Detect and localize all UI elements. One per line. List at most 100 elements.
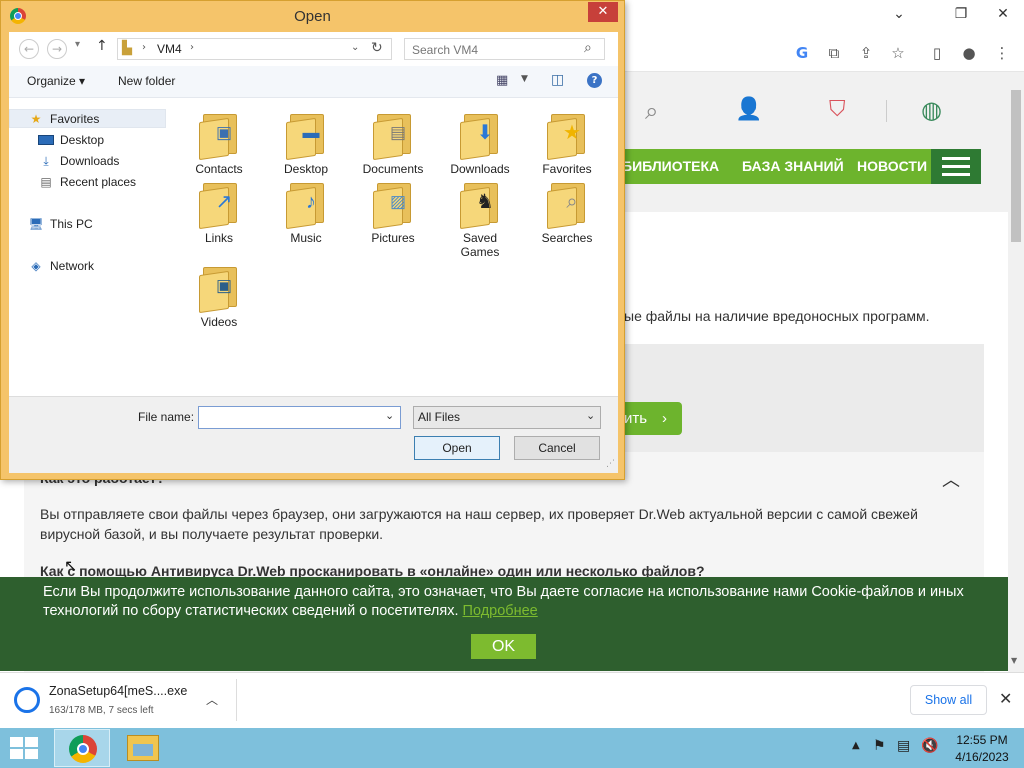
dialog-close-button[interactable]: ✕	[588, 2, 618, 22]
user-icon[interactable]: 👤	[735, 97, 762, 122]
cancel-button[interactable]: Cancel	[514, 436, 600, 460]
tree-item-desktop[interactable]: Desktop	[9, 131, 169, 150]
tree-item-favorites[interactable]: ★ Favorites	[9, 109, 166, 128]
main-nav: БИБЛИОТЕКА БАЗА ЗНАНИЙ НОВОСТИ	[620, 149, 932, 184]
cookie-text-line2: технологий по сбору статистических сведе…	[43, 603, 459, 619]
shelf-divider	[236, 679, 237, 721]
scan-button[interactable]: ить ›	[622, 402, 682, 435]
music-icon: ♪	[306, 191, 316, 213]
folder-label: Desktop	[283, 162, 329, 176]
folder-downloads[interactable]: ⬇ Downloads	[438, 108, 522, 176]
volume-muted-icon[interactable]: 🔇	[921, 738, 938, 754]
menu-kebab-icon[interactable]: ⋮	[991, 42, 1013, 64]
organize-button[interactable]: Organize ▾	[27, 74, 85, 88]
preview-pane-icon[interactable]: ◫	[551, 72, 564, 88]
folder-view: ▣ Contacts ▬ Desktop ▤ Documents ⬇ Downl…	[169, 98, 618, 396]
back-icon[interactable]: ←	[19, 39, 39, 59]
folder-user-icon: ▙	[122, 41, 132, 56]
folder-documents[interactable]: ▤ Documents	[351, 108, 435, 176]
faq-answer-1-line1: Вы отправляете свои файлы через браузер,…	[40, 506, 918, 522]
chevron-right-icon: ›	[662, 410, 667, 427]
help-icon[interactable]: ?	[587, 73, 602, 88]
translate-icon[interactable]: ⧉	[823, 42, 845, 64]
folder-searches[interactable]: ⌕ Searches	[525, 177, 609, 245]
open-file-dialog: Open ✕ ← → ▾ ↑ ▙ › VM4 › ⌄ ↻ Search VM4 …	[0, 0, 625, 480]
chevron-up-icon[interactable]: ︿	[942, 466, 960, 492]
search-box[interactable]: Search VM4 ⌕	[404, 38, 605, 60]
desktop-icon	[38, 135, 54, 145]
folder-links[interactable]: ↗ Links	[177, 177, 261, 245]
chevron-up-icon[interactable]: ︿	[206, 691, 218, 708]
shield-user-icon[interactable]: ⛉	[829, 97, 846, 122]
cookie-more-link[interactable]: Подробнее	[463, 603, 538, 619]
filetype-select[interactable]: All Files ⌄	[413, 406, 601, 429]
folder-contacts[interactable]: ▣ Contacts	[177, 108, 261, 176]
clock-date[interactable]: 4/16/2023	[952, 750, 1012, 764]
nav-library[interactable]: БИБЛИОТЕКА	[622, 149, 719, 184]
close-shelf-icon[interactable]: ✕	[999, 689, 1012, 708]
scroll-down-arrow-icon[interactable]: ▼	[1011, 656, 1017, 665]
path-segment[interactable]: VM4	[157, 42, 182, 56]
bookmark-star-icon[interactable]: ☆	[887, 42, 909, 64]
folder-saved-games[interactable]: ♞ Saved Games	[438, 177, 522, 259]
flag-icon[interactable]: ⚑	[873, 738, 886, 754]
google-icon[interactable]: G	[791, 42, 813, 64]
dialog-footer: File name: ⌄ All Files ⌄ Open Cancel ⋰	[9, 396, 618, 473]
tree-item-recent-places[interactable]: ▤ Recent places	[9, 173, 169, 192]
tree-label: Favorites	[50, 112, 100, 126]
links-icon: ↗	[215, 191, 233, 213]
address-path-bar[interactable]: ▙ › VM4 › ⌄ ↻	[117, 38, 392, 60]
chevron-down-icon[interactable]: ▼	[521, 74, 528, 84]
folder-desktop[interactable]: ▬ Desktop	[264, 108, 348, 176]
file-explorer-icon[interactable]	[127, 735, 159, 761]
recent-dropdown-icon[interactable]: ▾	[75, 39, 80, 50]
chrome-icon	[69, 735, 97, 763]
resize-grip-icon[interactable]: ⋰	[606, 459, 615, 469]
chevron-down-icon[interactable]: ⌄	[351, 42, 359, 53]
folder-pictures[interactable]: ▨ Pictures	[351, 177, 435, 245]
open-button[interactable]: Open	[414, 436, 500, 460]
dialog-navigation: ← → ▾ ↑ ▙ › VM4 › ⌄ ↻ Search VM4 ⌕	[9, 32, 618, 66]
tree-item-network[interactable]: ◈ Network	[9, 257, 169, 276]
nav-news[interactable]: НОВОСТИ	[857, 149, 927, 184]
up-arrow-icon[interactable]: ↑	[96, 38, 108, 54]
upload-panel	[625, 344, 984, 452]
sidebar-icon[interactable]: ▯	[926, 42, 948, 64]
clock-time[interactable]: 12:55 PM	[952, 733, 1012, 747]
restore-icon[interactable]: ❐	[944, 0, 978, 28]
view-options-icon[interactable]: ▦	[496, 73, 508, 88]
cookie-ok-button[interactable]: OK	[471, 634, 536, 659]
filename-input[interactable]: ⌄	[198, 406, 401, 429]
recent-places-icon: ▤	[40, 175, 52, 189]
chevron-down-icon[interactable]: ⌄	[586, 409, 595, 422]
refresh-icon[interactable]: ↻	[371, 40, 383, 56]
tree-item-this-pc[interactable]: 🖥 This PC	[9, 215, 169, 234]
share-icon[interactable]: ⇪	[855, 42, 877, 64]
computer-icon: 🖥	[28, 217, 44, 231]
command-bar: Organize ▾ New folder ▦ ▼ ◫ ?	[9, 66, 618, 98]
folder-favorites[interactable]: ★ Favorites	[525, 108, 609, 176]
show-all-button[interactable]: Show all	[910, 685, 987, 715]
search-icon[interactable]: ⌕	[584, 40, 592, 56]
profile-icon[interactable]: ●	[958, 42, 980, 64]
folder-music[interactable]: ♪ Music	[264, 177, 348, 245]
dialog-body: ← → ▾ ↑ ▙ › VM4 › ⌄ ↻ Search VM4 ⌕ Organ…	[9, 32, 618, 473]
minimize-icon[interactable]: ⌄	[882, 0, 916, 28]
hamburger-menu-icon[interactable]	[931, 149, 981, 184]
filename-label: File name:	[138, 410, 195, 424]
forward-icon[interactable]: →	[47, 39, 67, 59]
close-icon[interactable]: ✕	[986, 0, 1020, 28]
tree-item-downloads[interactable]: ⤓ Downloads	[9, 152, 169, 171]
scrollbar-thumb[interactable]	[1011, 90, 1021, 242]
chrome-taskbar-button[interactable]	[54, 729, 110, 767]
globe-icon[interactable]: ◍	[921, 96, 942, 124]
nav-knowledge-base[interactable]: БАЗА ЗНАНИЙ	[742, 149, 844, 184]
search-icon[interactable]: ⌕	[645, 97, 658, 125]
folder-videos[interactable]: ▣ Videos	[177, 261, 261, 329]
new-folder-button[interactable]: New folder	[118, 74, 175, 88]
chevron-down-icon[interactable]: ⌄	[385, 409, 394, 422]
download-filename[interactable]: ZonaSetup64[meS....exe	[49, 684, 187, 698]
tray-expand-icon[interactable]: ▲	[852, 740, 860, 751]
network-tray-icon[interactable]: ▤	[897, 738, 910, 754]
windows-start-icon[interactable]	[10, 737, 38, 759]
